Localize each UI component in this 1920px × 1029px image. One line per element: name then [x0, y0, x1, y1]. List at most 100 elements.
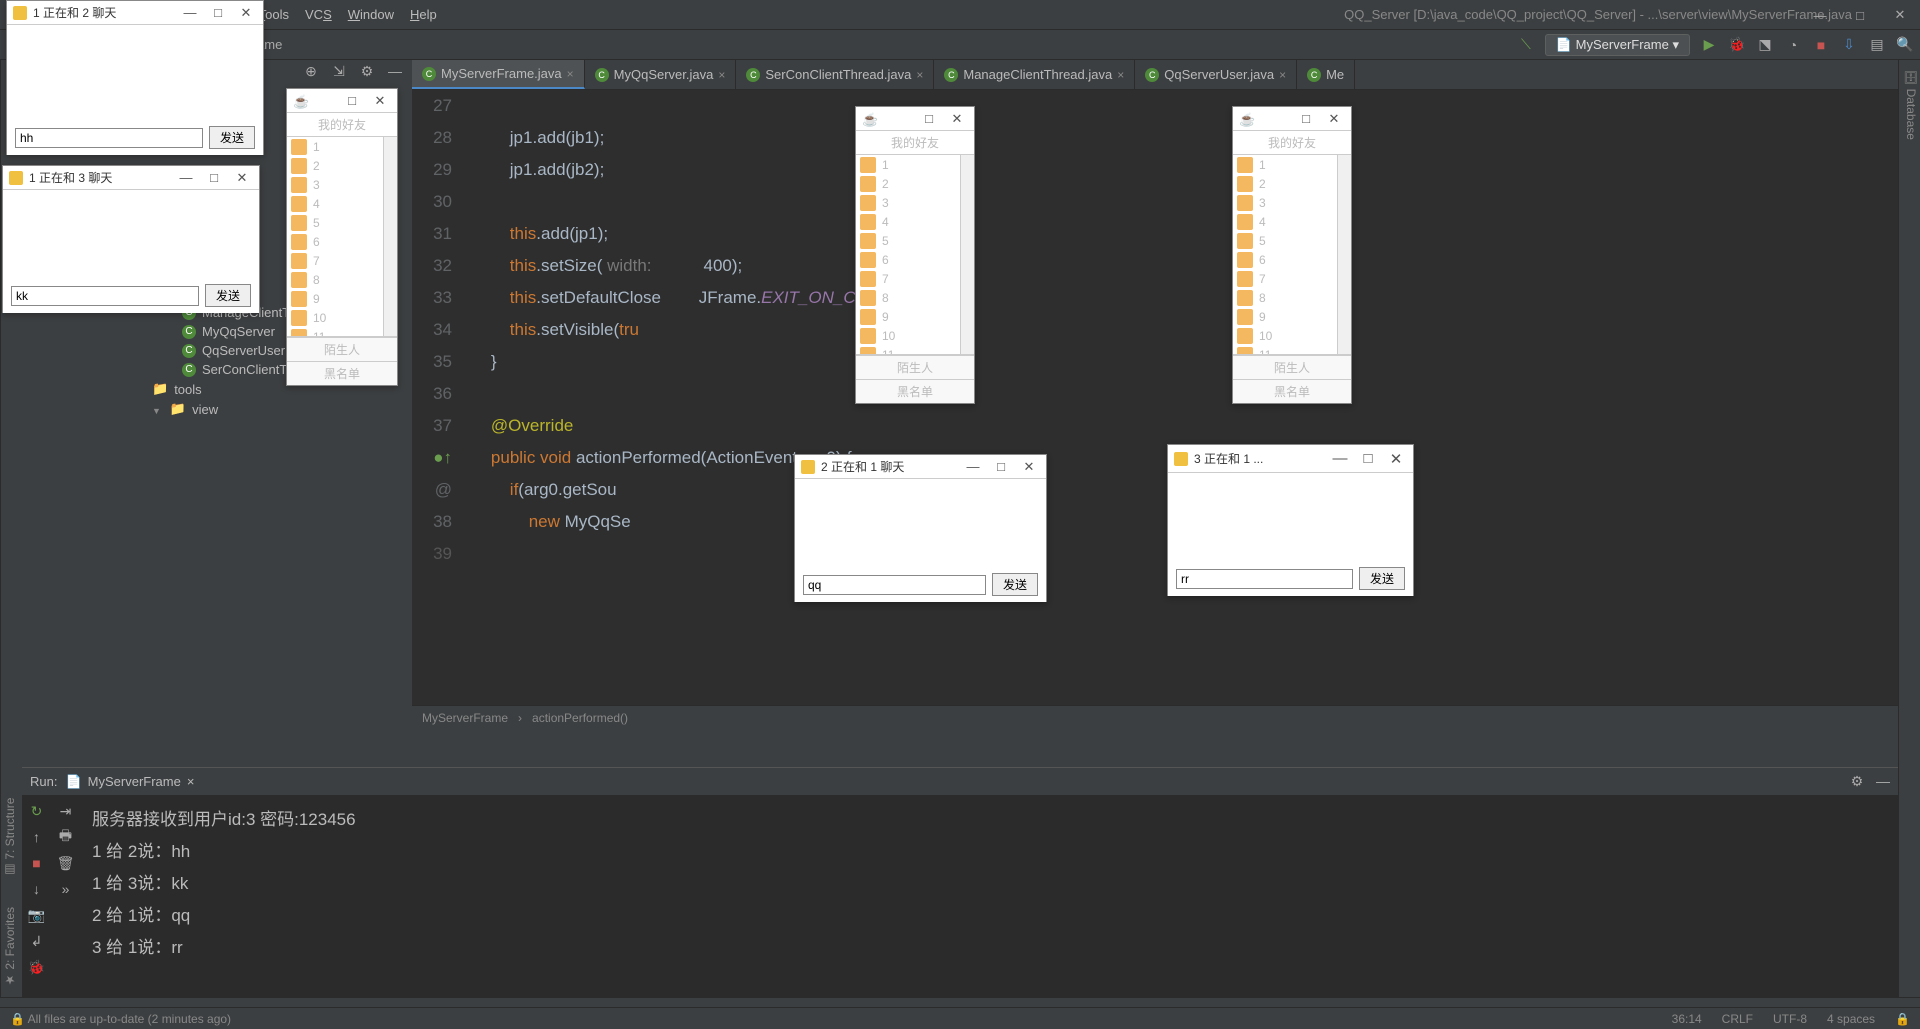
- close-icon[interactable]: ✕: [369, 93, 391, 109]
- titlebar[interactable]: 1 正在和 2 聊天 — □ ✕: [7, 1, 263, 25]
- editor-breadcrumb[interactable]: MyServerFrame › actionPerformed(): [412, 705, 1898, 729]
- locate-icon[interactable]: ⊕: [302, 62, 320, 80]
- maximize-icon[interactable]: □: [341, 93, 363, 108]
- tab-myserverframe[interactable]: CMyServerFrame.java×: [412, 60, 585, 89]
- gear-icon[interactable]: ⚙: [1848, 772, 1866, 790]
- friend-item[interactable]: 1: [856, 155, 974, 174]
- maximize-icon[interactable]: □: [918, 111, 940, 126]
- caret-pos[interactable]: 36:14: [1672, 1012, 1702, 1026]
- friend-item[interactable]: 6: [856, 250, 974, 269]
- send-button[interactable]: 发送: [209, 126, 255, 149]
- friend-item[interactable]: 1: [287, 137, 397, 156]
- debug-icon[interactable]: 🐞: [1728, 36, 1746, 54]
- friend-item[interactable]: 10: [1233, 326, 1351, 345]
- chat-input[interactable]: [803, 575, 986, 595]
- friend-item[interactable]: 10: [287, 308, 397, 327]
- friend-item[interactable]: 9: [287, 289, 397, 308]
- close-icon[interactable]: ×: [718, 68, 725, 82]
- hide-icon[interactable]: —: [1874, 772, 1892, 790]
- friend-item[interactable]: 5: [287, 213, 397, 232]
- strangers-tab[interactable]: 陌生人: [856, 355, 974, 379]
- close-icon[interactable]: ✕: [1880, 0, 1920, 30]
- favorites-tab[interactable]: ★ 2: Favorites: [3, 907, 20, 987]
- friend-item[interactable]: 4: [287, 194, 397, 213]
- friend-list[interactable]: 1234567891011: [1233, 155, 1351, 355]
- titlebar[interactable]: ☕ □ ✕: [856, 107, 974, 131]
- friend-item[interactable]: 8: [856, 288, 974, 307]
- search-icon[interactable]: 🔍: [1896, 36, 1914, 54]
- friend-item[interactable]: 3: [856, 193, 974, 212]
- line-sep[interactable]: CRLF: [1722, 1012, 1753, 1026]
- tab-myqqserver[interactable]: CMyQqServer.java×: [585, 60, 737, 89]
- blacklist-tab[interactable]: 黑名单: [856, 379, 974, 403]
- titlebar[interactable]: 1 正在和 3 聊天 — □ ✕: [3, 166, 259, 190]
- tab-qqserveruser[interactable]: CQqServerUser.java×: [1135, 60, 1297, 89]
- titlebar[interactable]: 3 正在和 1 ... — □ ✕: [1168, 445, 1413, 473]
- chat-window-3-1[interactable]: 3 正在和 1 ... — □ ✕ 发送: [1167, 444, 1414, 596]
- code-editor[interactable]: 2728293031323334353637 ●↑ @3839 jp1.add(…: [412, 90, 1898, 729]
- chat-input[interactable]: [11, 286, 199, 306]
- softwrap-icon[interactable]: ↲: [28, 932, 46, 950]
- rerun-icon[interactable]: ↻: [28, 802, 46, 820]
- close-icon[interactable]: ✕: [1385, 450, 1407, 468]
- close-icon[interactable]: ×: [187, 774, 195, 789]
- profile-icon[interactable]: ◔: [1784, 36, 1802, 54]
- chat-window-1-3[interactable]: 1 正在和 3 聊天 — □ ✕ 发送: [2, 165, 260, 313]
- send-button[interactable]: 发送: [992, 573, 1038, 596]
- maximize-icon[interactable]: □: [1840, 0, 1880, 30]
- build-icon[interactable]: ⟍: [1517, 36, 1535, 54]
- tab-me[interactable]: CMe: [1297, 60, 1355, 89]
- stop-icon[interactable]: ■: [1812, 36, 1830, 54]
- friend-list-window[interactable]: ☕ □ ✕ 我的好友 1234567891011 陌生人 黑名单: [855, 106, 975, 404]
- friends-header[interactable]: 我的好友: [287, 113, 397, 137]
- tree-node-view[interactable]: 📁 view: [22, 399, 412, 419]
- chat-window-2-1[interactable]: 2 正在和 1 聊天 — □ ✕ 发送: [794, 454, 1047, 602]
- run-config-dropdown[interactable]: 📄 MyServerFrame ▾: [1545, 34, 1690, 56]
- friend-item[interactable]: 5: [1233, 231, 1351, 250]
- friend-item[interactable]: 10: [856, 326, 974, 345]
- friend-list-window[interactable]: ☕ □ ✕ 我的好友 1234567891011 陌生人 黑名单: [1232, 106, 1352, 404]
- friend-item[interactable]: 3: [287, 175, 397, 194]
- tab-manageclientthread[interactable]: CManageClientThread.java×: [934, 60, 1135, 89]
- collapse-icon[interactable]: ⇲: [330, 62, 348, 80]
- friend-item[interactable]: 7: [856, 269, 974, 288]
- friend-item[interactable]: 2: [1233, 174, 1351, 193]
- indent[interactable]: 4 spaces: [1827, 1012, 1875, 1026]
- friend-list[interactable]: 1234567891011: [856, 155, 974, 355]
- close-icon[interactable]: ✕: [235, 5, 257, 21]
- friend-item[interactable]: 6: [287, 232, 397, 251]
- strangers-tab[interactable]: 陌生人: [1233, 355, 1351, 379]
- close-icon[interactable]: ✕: [1018, 459, 1040, 475]
- friend-item[interactable]: 2: [856, 174, 974, 193]
- database-tab[interactable]: 🗄 Database: [1901, 70, 1918, 140]
- friends-header[interactable]: 我的好友: [856, 131, 974, 155]
- run-console[interactable]: 服务器接收到用户id:3 密码:123456 1 给 2说：hh 1 给 3说：…: [80, 796, 1898, 997]
- friend-item[interactable]: 11: [856, 345, 974, 355]
- export-icon[interactable]: ⇥: [57, 802, 75, 820]
- friend-item[interactable]: 7: [287, 251, 397, 270]
- titlebar[interactable]: 2 正在和 1 聊天 — □ ✕: [795, 455, 1046, 479]
- close-icon[interactable]: ✕: [946, 111, 968, 127]
- titlebar[interactable]: ☕ □ ✕: [287, 89, 397, 113]
- blacklist-tab[interactable]: 黑名单: [287, 361, 397, 385]
- friend-item[interactable]: 11: [287, 327, 397, 337]
- friend-list-window[interactable]: ☕ □ ✕ 我的好友 1234567891011 陌生人 黑名单: [286, 88, 398, 386]
- run-tab[interactable]: 📄 MyServerFrame ×: [57, 774, 202, 790]
- maximize-icon[interactable]: □: [207, 5, 229, 20]
- minimize-icon[interactable]: —: [175, 170, 197, 185]
- vcs-icon[interactable]: ⇩: [1840, 36, 1858, 54]
- stop-icon[interactable]: ■: [28, 854, 46, 872]
- send-button[interactable]: 发送: [205, 284, 251, 307]
- maximize-icon[interactable]: □: [990, 459, 1012, 474]
- minimize-icon[interactable]: —: [1329, 450, 1351, 467]
- friend-item[interactable]: 4: [1233, 212, 1351, 231]
- tab-serconclientthread[interactable]: CSerConClientThread.java×: [736, 60, 934, 89]
- bug-icon[interactable]: 🐞: [28, 958, 46, 976]
- menu-item[interactable]: VCS: [297, 7, 340, 22]
- friend-item[interactable]: 1: [1233, 155, 1351, 174]
- structure-icon[interactable]: ▤: [1868, 36, 1886, 54]
- friend-item[interactable]: 8: [287, 270, 397, 289]
- close-icon[interactable]: ×: [1279, 68, 1286, 82]
- friend-item[interactable]: 9: [1233, 307, 1351, 326]
- gear-icon[interactable]: ⚙: [358, 62, 376, 80]
